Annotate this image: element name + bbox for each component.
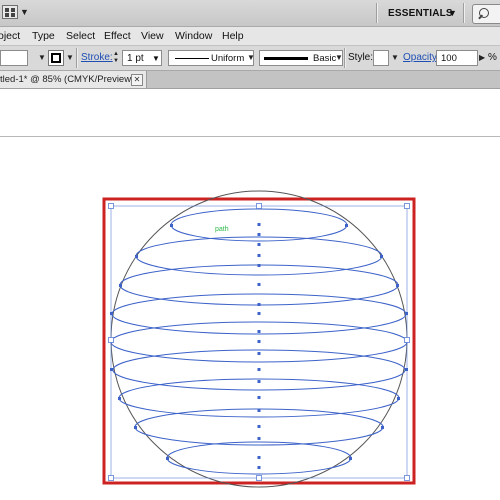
handle-top-center [256,203,262,209]
handle-top-right [404,203,410,209]
handle-bottom-center [256,475,262,481]
smart-guide-label: path [215,226,229,233]
handle-middle-left [108,337,114,343]
handle-bottom-left [108,475,114,481]
handle-bottom-right [404,475,410,481]
artwork-layer: path [102,190,416,488]
handle-middle-right [404,337,410,343]
handle-top-left [108,203,114,209]
anchor-points [257,223,261,469]
